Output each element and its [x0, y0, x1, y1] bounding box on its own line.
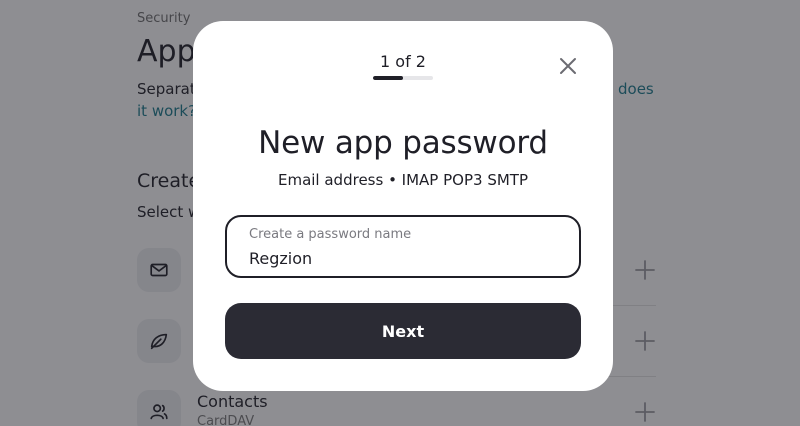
password-name-input[interactable] [249, 247, 559, 269]
step-progress-bar [373, 76, 433, 80]
next-button[interactable]: Next [225, 303, 581, 359]
password-name-label: Create a password name [249, 227, 412, 242]
step-indicator: 1 of 2 [380, 52, 426, 71]
new-app-password-dialog: 1 of 2 New app password Email address • … [193, 21, 613, 391]
password-name-field[interactable]: Create a password name [225, 215, 581, 278]
dialog-subtitle: Email address • IMAP POP3 SMTP [277, 171, 529, 189]
close-icon[interactable] [556, 54, 580, 78]
dialog-title: New app password [258, 125, 548, 161]
app-passwords-page: Security App Separat does it work? Creat… [0, 0, 800, 426]
step-progress-fill [373, 76, 403, 80]
